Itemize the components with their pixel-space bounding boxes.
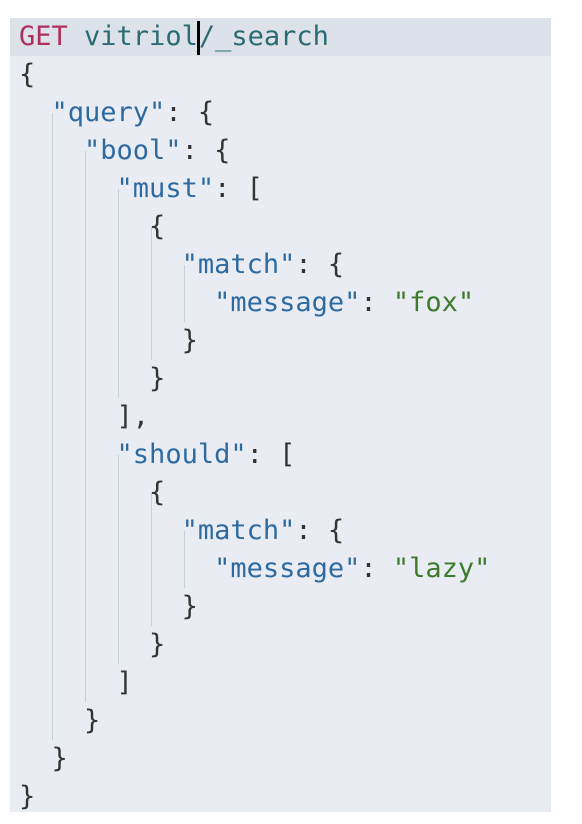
code-line: }	[149, 629, 166, 660]
query-key: "query"	[51, 97, 166, 128]
should-key: "should"	[116, 439, 247, 470]
code-line: }	[181, 591, 198, 622]
match-key: "match"	[181, 515, 296, 546]
should-message-value: "lazy"	[392, 553, 491, 584]
request-line[interactable]: GET vitriol/_search	[10, 18, 551, 56]
code-line: "match": {	[181, 249, 345, 280]
code-line: }	[84, 705, 101, 736]
http-method: GET	[19, 21, 68, 52]
code-line: "bool": {	[84, 135, 231, 166]
code-line: {	[19, 59, 36, 90]
must-key: "must"	[116, 173, 215, 204]
code-line: "must": [	[116, 173, 263, 204]
code-line: ],	[116, 401, 150, 432]
message-key: "message"	[214, 553, 361, 584]
code-line: {	[149, 211, 166, 242]
code-line: ]	[116, 667, 133, 698]
code-line: }	[51, 743, 68, 774]
code-line: "message": "fox"	[214, 287, 475, 318]
code-line: }	[181, 325, 198, 356]
console-editor[interactable]: GET vitriol/_search { "query": { "bool":…	[10, 18, 551, 812]
code-line: }	[19, 781, 36, 812]
code-line: {	[149, 477, 166, 508]
match-key: "match"	[181, 249, 296, 280]
code-line: "query": {	[51, 97, 215, 128]
bool-key: "bool"	[84, 135, 182, 166]
code-line: }	[149, 363, 166, 394]
must-message-value: "fox"	[392, 287, 475, 318]
code-line: "should": [	[116, 439, 296, 470]
request-path-endpoint: /_search	[198, 21, 329, 52]
code-line: "match": {	[181, 515, 345, 546]
code-line: "message": "lazy"	[214, 553, 491, 584]
message-key: "message"	[214, 287, 361, 318]
request-path-index: vitriol	[67, 21, 198, 52]
